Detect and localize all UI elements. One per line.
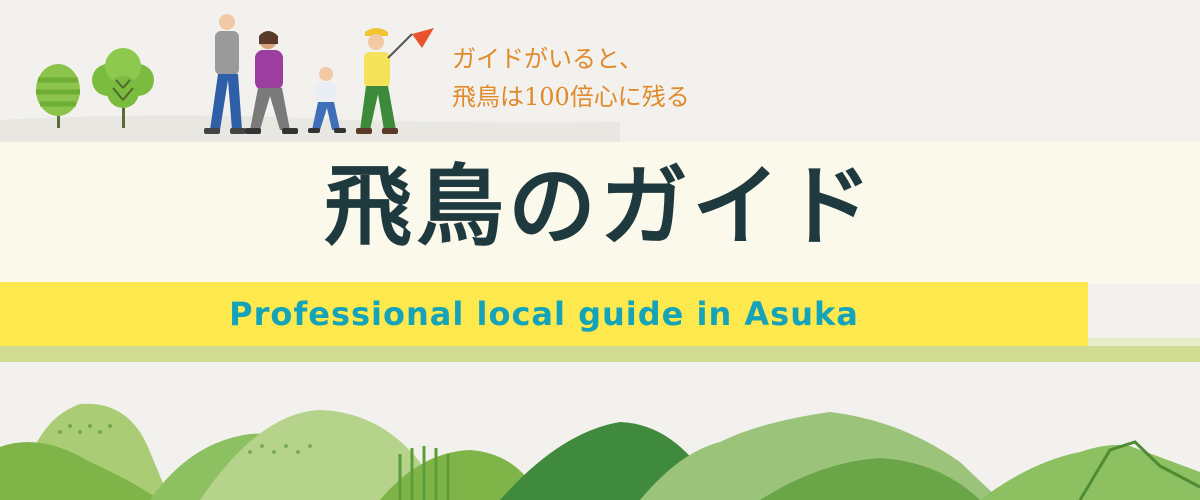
page-title: 飛鳥のガイド	[323, 155, 876, 258]
divider-strip	[1088, 338, 1200, 346]
guide-with-flag-icon	[356, 28, 434, 134]
subtitle: Professional local guide in Asuka	[229, 295, 859, 333]
landscape-illustration	[0, 403, 1200, 500]
tagline: ガイドがいると、 飛鳥は100倍心に残る	[452, 40, 690, 116]
tagline-line-2: 飛鳥は100倍心に残る	[452, 83, 690, 111]
divider-strip	[0, 346, 1200, 362]
asuka-guide-banner: ガイドがいると、 飛鳥は100倍心に残る 飛鳥のガイド Professional…	[0, 0, 1200, 500]
tagline-line-1: ガイドがいると、	[452, 45, 644, 73]
